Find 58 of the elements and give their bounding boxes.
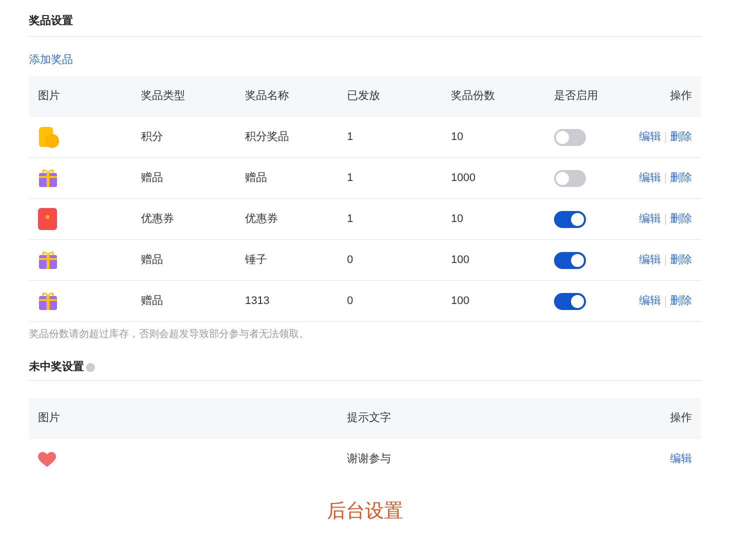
column-header: 奖品份数 <box>451 89 496 104</box>
gift-icon <box>38 250 58 270</box>
column-header: 奖品名称 <box>245 89 290 104</box>
toggle-switch[interactable] <box>554 252 586 268</box>
action-link[interactable]: 编辑 <box>639 170 661 186</box>
action-link[interactable]: 删除 <box>670 210 692 228</box>
add-prize-link[interactable]: 添加奖品 <box>29 54 73 66</box>
table-cell-text: 赠品 <box>141 294 164 309</box>
table-cell-text: 优惠券 <box>141 212 175 227</box>
action-link[interactable]: 编辑 <box>639 252 661 268</box>
column-header: 奖品类型 <box>141 89 186 104</box>
action-link[interactable]: 删除 <box>670 252 692 268</box>
toggle-switch[interactable] <box>554 292 586 310</box>
column-header: 提示文字 <box>347 410 392 426</box>
hint-text: 奖品份数请勿超过库存，否则会超发导致部分参与者无法领取。 <box>29 328 310 342</box>
table-cell-text: 优惠券 <box>245 212 279 227</box>
column-header: 已发放 <box>347 89 381 104</box>
toggle-switch[interactable] <box>554 170 586 186</box>
table-cell-text: 10 <box>451 130 464 145</box>
table-cell-text: 赠品 <box>245 170 268 186</box>
table-cell-text: 积分 <box>141 130 164 145</box>
column-header: 图片 <box>38 89 61 104</box>
action-link[interactable]: 删除 <box>670 292 692 310</box>
column-header: 图片 <box>38 411 61 426</box>
table-cell-text: 100 <box>451 252 470 268</box>
table-cell-text: 积分奖品 <box>245 130 290 145</box>
table-cell-text: 1 <box>347 212 354 227</box>
column-header: 操作 <box>669 89 692 104</box>
table-cell-text: 1000 <box>451 170 476 186</box>
table-cell-text: 1313 <box>245 294 270 309</box>
toggle-switch[interactable] <box>554 128 586 146</box>
table-cell-text: 10 <box>451 212 464 227</box>
action-link[interactable]: 删除 <box>670 128 692 146</box>
column-header: 操作 <box>669 411 692 426</box>
table-cell-text: 赠品 <box>141 170 164 186</box>
gift-icon <box>38 168 58 188</box>
action-link[interactable]: 编辑 <box>670 451 692 468</box>
action-link[interactable]: 编辑 <box>639 128 661 146</box>
action-link[interactable]: 编辑 <box>639 292 661 310</box>
coin-icon <box>38 126 60 148</box>
section-title: 奖品设置 <box>29 14 74 29</box>
table-cell-text: 0 <box>347 294 354 309</box>
action-link[interactable]: 删除 <box>670 170 692 186</box>
caption: 后台设置 <box>327 500 403 524</box>
table-cell-text: 100 <box>451 294 470 309</box>
action-link[interactable]: 编辑 <box>639 210 661 228</box>
table-cell-text: 1 <box>347 170 354 186</box>
section-title: 未中奖设置 <box>29 360 84 375</box>
table-cell-text: 赠品 <box>141 252 164 268</box>
envelope-icon <box>38 208 57 230</box>
heart-icon <box>38 452 56 468</box>
table-cell-text: 0 <box>347 252 354 268</box>
gift-icon <box>38 291 58 311</box>
column-header: 是否启用 <box>554 88 599 104</box>
table-cell-text: 锤子 <box>245 252 268 268</box>
toggle-switch[interactable] <box>554 210 586 228</box>
table-cell-text: 1 <box>347 130 354 145</box>
table-cell-text: 谢谢参与 <box>347 452 392 468</box>
